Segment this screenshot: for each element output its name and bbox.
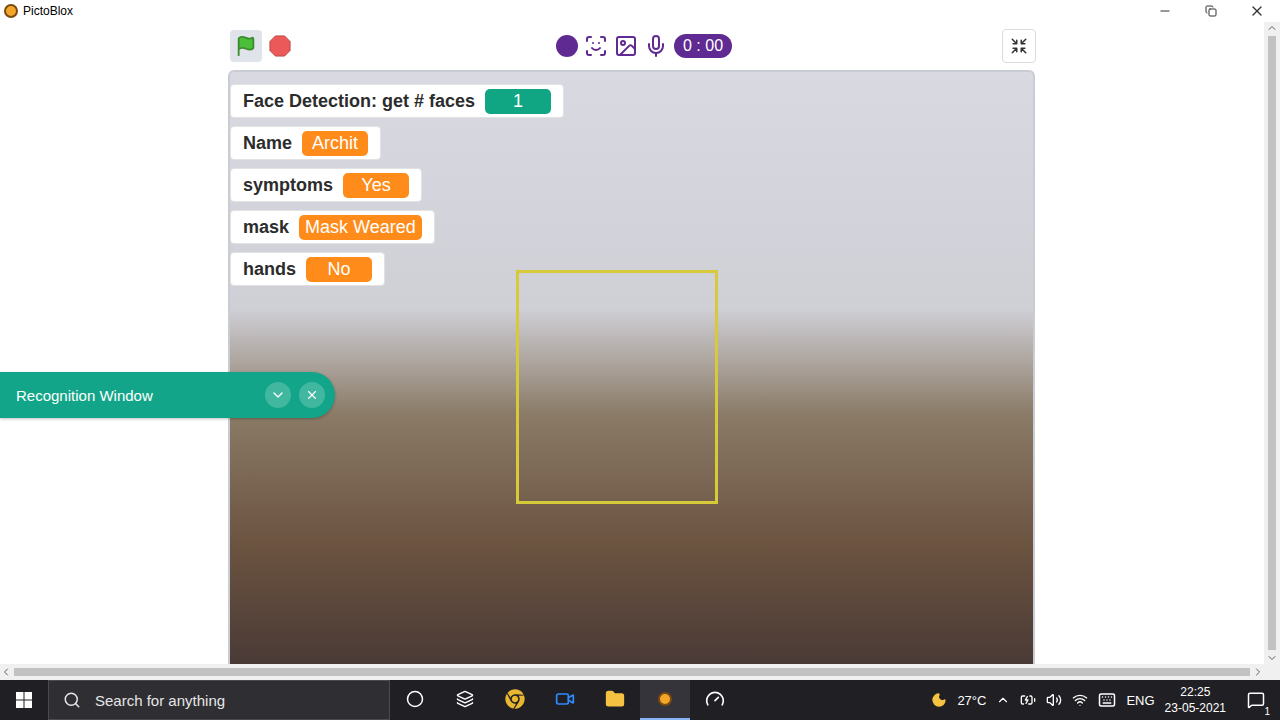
stage-row: Face Detection: get # faces 1 Name Archit sy…: [0, 70, 1264, 664]
monitor-label: hands: [243, 259, 296, 280]
gauge-icon: [705, 689, 725, 709]
scroll-up-icon[interactable]: [1266, 22, 1278, 34]
battery-icon[interactable]: [1020, 692, 1036, 708]
zoom-button[interactable]: [540, 680, 590, 720]
scroll-thumb[interactable]: [14, 668, 1250, 676]
record-timer: 0 : 00: [674, 34, 732, 58]
video-icon: [555, 689, 575, 709]
variable-monitor[interactable]: Face Detection: get # faces 1: [230, 84, 564, 118]
flag-icon: [235, 35, 257, 57]
recognition-window-controls: [265, 382, 325, 408]
notification-icon: [1247, 691, 1265, 709]
close-icon: [305, 388, 319, 402]
run-controls: [230, 30, 296, 62]
variable-monitor[interactable]: mask Mask Weared: [230, 210, 435, 244]
scroll-thumb[interactable]: [1268, 36, 1276, 650]
cortana-icon: [406, 690, 424, 708]
recording-controls: 0 : 00: [556, 34, 732, 58]
monitor-label: mask: [243, 217, 289, 238]
chrome-button[interactable]: [490, 680, 540, 720]
volume-icon[interactable]: [1046, 692, 1062, 708]
variable-monitors: Face Detection: get # faces 1 Name Archit sy…: [230, 84, 564, 286]
mic-icon[interactable]: [644, 34, 668, 58]
wifi-icon[interactable]: [1072, 692, 1088, 708]
main-area: 0 : 00 Face Detection: get # faces 1 Name Ar…: [0, 22, 1264, 664]
green-flag-button[interactable]: [230, 30, 262, 62]
workspace: 0 : 00 Face Detection: get # faces 1 Name Ar…: [0, 22, 1280, 664]
clock[interactable]: 22:2523-05-2021: [1165, 684, 1226, 716]
variable-monitor[interactable]: symptoms Yes: [230, 168, 422, 202]
language-indicator[interactable]: ENG: [1126, 693, 1154, 708]
fullscreen-button[interactable]: [1002, 29, 1036, 63]
start-button[interactable]: [0, 692, 48, 708]
window-controls: [1142, 0, 1280, 22]
taskbar: Search for anything 27°C ENG 22:2523-05-202…: [0, 680, 1280, 720]
explorer-button[interactable]: [590, 680, 640, 720]
window-title: PictoBlox: [23, 4, 73, 18]
notification-button[interactable]: 1: [1236, 691, 1276, 709]
stop-button[interactable]: [264, 30, 296, 62]
chrome-icon: [505, 689, 525, 709]
collapse-button[interactable]: [265, 382, 291, 408]
stage-video: Face Detection: get # faces 1 Name Archit sy…: [228, 70, 1035, 664]
scroll-right-icon[interactable]: [1252, 666, 1264, 678]
system-tray: 27°C ENG 22:2523-05-2021 1: [931, 684, 1280, 716]
task-view-button[interactable]: [440, 680, 490, 720]
monitor-label: Name: [243, 133, 292, 154]
restore-icon: [1205, 5, 1217, 17]
recognition-window[interactable]: Recognition Window: [0, 372, 335, 418]
restore-button[interactable]: [1188, 0, 1234, 22]
tray-expand-icon[interactable]: [996, 693, 1010, 707]
minimize-button[interactable]: [1142, 0, 1188, 22]
monitor-value: 1: [485, 89, 551, 114]
pictoblox-icon: [658, 692, 672, 706]
notification-count: 1: [1264, 706, 1270, 717]
chevron-down-icon: [270, 387, 286, 403]
title-bar: PictoBlox: [0, 0, 1280, 22]
minimize-icon: [1158, 4, 1172, 18]
vertical-scrollbar[interactable]: [1264, 22, 1280, 664]
pictoblox-button[interactable]: [640, 680, 690, 720]
weather-text[interactable]: 27°C: [957, 693, 986, 708]
recognition-window-title: Recognition Window: [16, 387, 153, 404]
cortana-button[interactable]: [390, 680, 440, 720]
task-view-icon: [456, 690, 474, 708]
shrink-icon: [1010, 37, 1028, 55]
face-detection-box: [516, 270, 718, 504]
app-window: PictoBlox 0 : 00 Face Detection: get # fac…: [0, 0, 1280, 720]
monitor-value: Yes: [343, 173, 409, 198]
taskbar-search[interactable]: Search for anything: [48, 680, 390, 720]
keyboard-icon[interactable]: [1098, 691, 1116, 709]
weather-icon: [931, 692, 947, 708]
windows-icon: [16, 692, 32, 708]
monitor-value: Archit: [302, 131, 368, 156]
monitor-label: Face Detection: get # faces: [243, 91, 475, 112]
app-logo-icon: [4, 4, 18, 18]
speedtest-button[interactable]: [690, 680, 740, 720]
image-icon[interactable]: [614, 34, 638, 58]
variable-monitor[interactable]: hands No: [230, 252, 385, 286]
search-icon: [63, 691, 81, 709]
monitor-value: No: [306, 257, 372, 282]
stop-icon: [269, 35, 291, 57]
variable-monitor[interactable]: Name Archit: [230, 126, 381, 160]
stage-toolbar: 0 : 00: [230, 22, 1036, 70]
folder-icon: [605, 689, 625, 709]
screenshot-icon[interactable]: [584, 34, 608, 58]
monitor-value: Mask Weared: [299, 215, 422, 240]
horizontal-scrollbar[interactable]: [0, 664, 1280, 680]
scroll-left-icon[interactable]: [0, 666, 12, 678]
close-recognition-button[interactable]: [299, 382, 325, 408]
record-button[interactable]: [556, 35, 578, 57]
close-button[interactable]: [1234, 0, 1280, 22]
monitor-label: symptoms: [243, 175, 333, 196]
scroll-down-icon[interactable]: [1266, 652, 1278, 664]
search-placeholder: Search for anything: [95, 692, 225, 709]
clock-time: 22:25: [1180, 684, 1210, 700]
close-icon: [1249, 3, 1265, 19]
clock-date: 23-05-2021: [1165, 700, 1226, 716]
